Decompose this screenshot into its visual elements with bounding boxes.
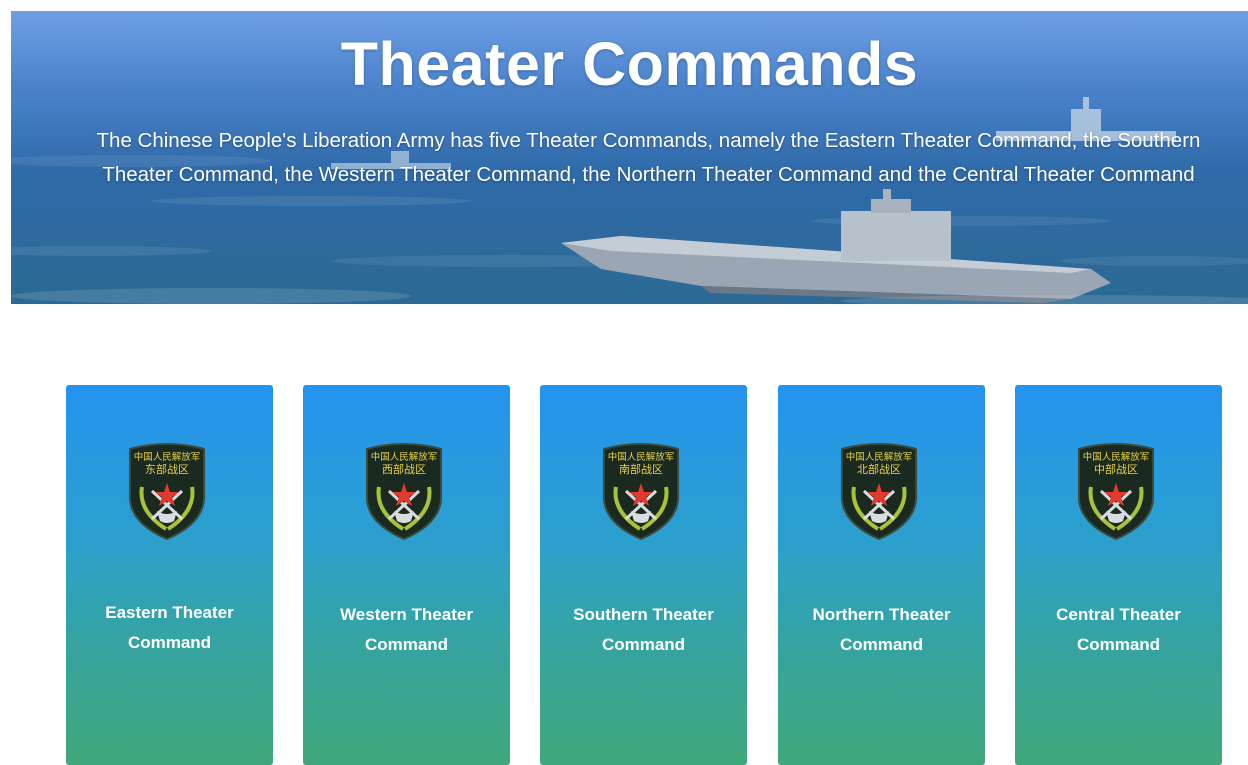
shield-emblem-icon: 中国人民解放军 中部战区 bbox=[1078, 443, 1154, 541]
emblem-text-line2: 西部战区 bbox=[382, 462, 426, 476]
emblem-text-line1: 中国人民解放军 bbox=[1083, 451, 1150, 463]
card-eastern-theater-command[interactable]: 中国人民解放军 东部战区 Eastern Theater Command bbox=[66, 385, 273, 765]
hero-description: The Chinese People's Liberation Army has… bbox=[96, 129, 1201, 186]
card-northern-theater-command[interactable]: 中国人民解放军 北部战区 Northern Theater Command bbox=[778, 385, 985, 765]
emblem-text-line2: 中部战区 bbox=[1094, 462, 1138, 476]
emblem-text-line2: 北部战区 bbox=[857, 462, 901, 476]
emblem-text-line2: 东部战区 bbox=[145, 462, 189, 476]
shield-emblem-icon: 中国人民解放军 南部战区 bbox=[603, 443, 679, 541]
card-southern-theater-command[interactable]: 中国人民解放军 南部战区 Southern Theater Command bbox=[540, 385, 747, 765]
shield-emblem-icon: 中国人民解放军 北部战区 bbox=[841, 443, 917, 541]
card-western-theater-command[interactable]: 中国人民解放军 西部战区 Western Theater Command bbox=[303, 385, 510, 765]
emblem-text-line1: 中国人民解放军 bbox=[608, 451, 675, 463]
hero-banner: Theater Commands The Chinese People's Li… bbox=[11, 11, 1248, 304]
emblem-text-line1: 中国人民解放军 bbox=[134, 451, 201, 463]
emblem-text-line2: 南部战区 bbox=[619, 462, 663, 476]
shield-emblem-icon: 中国人民解放军 东部战区 bbox=[129, 443, 205, 541]
card-label: Western Theater Command bbox=[340, 605, 473, 654]
card-label: Southern Theater Command bbox=[573, 605, 714, 654]
card-label: Eastern Theater Command bbox=[105, 603, 234, 652]
card-central-theater-command[interactable]: 中国人民解放军 中部战区 Central Theater Command bbox=[1015, 385, 1222, 765]
emblem-text-line1: 中国人民解放军 bbox=[371, 451, 438, 463]
shield-emblem-icon: 中国人民解放军 西部战区 bbox=[366, 443, 442, 541]
page-title: Theater Commands bbox=[340, 30, 919, 98]
card-label: Central Theater Command bbox=[1056, 605, 1181, 654]
emblem-text-line1: 中国人民解放军 bbox=[846, 451, 913, 463]
card-label: Northern Theater Command bbox=[812, 605, 951, 654]
